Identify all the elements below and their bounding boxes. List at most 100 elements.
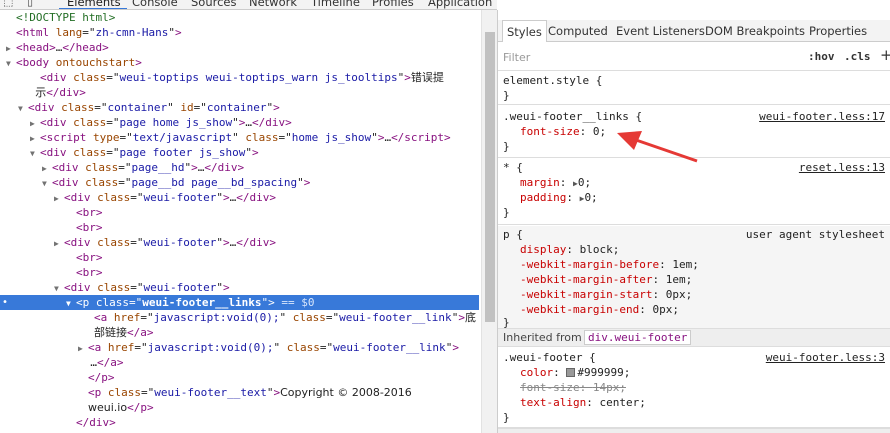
- expand-triangle-icon[interactable]: ▶: [6, 41, 16, 56]
- rule-source-link[interactable]: weui-footer.less:17: [759, 109, 885, 124]
- dom-node-markup: <html lang="zh-cmn-Hans">: [16, 26, 182, 39]
- tab-console[interactable]: Console: [132, 0, 178, 9]
- rule-element-style[interactable]: element.style { }: [498, 72, 890, 105]
- styles-pane: Styles Computed Event Listeners DOM Brea…: [497, 10, 890, 433]
- scrollbar-thumb[interactable]: [485, 32, 495, 322]
- dom-node-line[interactable]: ▶ <div class="page__hd">…</div>: [0, 160, 244, 175]
- dom-node-line[interactable]: ▶ <div class="weui-footer">…</div>: [0, 235, 276, 250]
- rule-weui-footer-links[interactable]: .weui-footer__links { weui-footer.less:1…: [498, 106, 890, 158]
- css-declaration[interactable]: margin: ▶0;: [520, 175, 591, 190]
- inherited-element-link[interactable]: div.weui-footer: [584, 330, 692, 345]
- dom-node-line[interactable]: </p>: [0, 370, 115, 385]
- expand-triangle-icon[interactable]: ▶: [54, 236, 64, 251]
- css-property-value[interactable]: 0;: [584, 191, 597, 204]
- dom-node-line[interactable]: <br>: [0, 250, 103, 265]
- tab-event-listeners[interactable]: Event Listeners: [616, 20, 705, 42]
- tab-profiles[interactable]: Profiles: [372, 0, 414, 9]
- dom-node-markup: <a href="javascript:void(0);" class="weu…: [94, 311, 476, 324]
- dom-node-line[interactable]: ▶ <div class="page home js_show">…</div>: [0, 115, 292, 130]
- dom-node-line[interactable]: <div class="weui-toptips weui-toptips_wa…: [0, 70, 444, 85]
- hover-state-toggle[interactable]: :hov: [808, 50, 835, 63]
- rule-source-link[interactable]: reset.less:13: [799, 160, 885, 175]
- css-property-value[interactable]: 0;: [593, 125, 606, 138]
- collapse-triangle-icon[interactable]: ▼: [18, 101, 28, 116]
- color-swatch-icon[interactable]: [566, 368, 576, 377]
- dom-node-line[interactable]: 部链接</a>: [0, 325, 154, 340]
- dom-node-line[interactable]: ▼ <div class="weui-footer">: [0, 280, 230, 295]
- dom-node-line[interactable]: <br>: [0, 220, 103, 235]
- tab-properties[interactable]: Properties: [809, 20, 867, 42]
- rule-selector[interactable]: element.style {: [503, 73, 602, 88]
- css-declaration-overridden[interactable]: font-size: 14px;: [520, 380, 626, 395]
- css-property-name[interactable]: padding: [520, 191, 566, 204]
- tab-network[interactable]: Network: [249, 0, 297, 9]
- tab-timeline[interactable]: Timeline: [311, 0, 360, 9]
- tab-application[interactable]: Application: [428, 0, 492, 9]
- css-property-name[interactable]: margin: [520, 176, 560, 189]
- class-toggle[interactable]: .cls: [844, 50, 871, 63]
- css-property-name[interactable]: text-align: [520, 396, 586, 409]
- dom-node-line[interactable]: ▼ <div class="container" id="container">: [0, 100, 280, 115]
- dom-node-line[interactable]: <br>: [0, 265, 103, 280]
- css-property-value[interactable]: center;: [599, 396, 645, 409]
- dom-node-markup: <!DOCTYPE html>: [16, 11, 116, 24]
- dom-node-line[interactable]: </div>: [0, 415, 116, 430]
- tab-sources[interactable]: Sources: [191, 0, 237, 9]
- collapse-triangle-icon[interactable]: ▼: [54, 281, 64, 296]
- css-property-name[interactable]: color: [520, 366, 553, 379]
- dom-node-line[interactable]: weui.io</p>: [0, 400, 154, 415]
- css-declaration[interactable]: padding: ▶0;: [520, 190, 598, 205]
- dom-node-line[interactable]: ▶ <script type="text/javascript" class="h…: [0, 130, 451, 145]
- css-property-value[interactable]: #999999;: [577, 366, 630, 379]
- collapse-triangle-icon[interactable]: ▼: [6, 56, 16, 71]
- collapse-triangle-icon[interactable]: ▼: [30, 146, 40, 161]
- rule-source-link[interactable]: weui-footer.less:3: [766, 350, 885, 365]
- device-toolbar-icon[interactable]: ▯: [27, 0, 33, 8]
- collapse-triangle-icon[interactable]: ▼: [66, 296, 76, 311]
- css-property-value: 0px;: [652, 303, 679, 316]
- rule-selector[interactable]: * {: [503, 160, 523, 175]
- dom-node-line[interactable]: <br>: [0, 205, 103, 220]
- css-property-name[interactable]: font-size: [520, 381, 580, 394]
- dom-node-markup: <head>…</head>: [16, 41, 109, 54]
- css-declaration[interactable]: text-align: center;: [520, 395, 646, 410]
- dom-node-line[interactable]: ▼ <div class="page__bd page__bd_spacing">: [0, 175, 310, 190]
- rule-close: }: [503, 89, 510, 102]
- expand-triangle-icon[interactable]: ▶: [78, 341, 88, 356]
- rule-weui-footer[interactable]: .weui-footer { weui-footer.less:3 color:…: [498, 348, 890, 428]
- expand-triangle-icon[interactable]: ▶: [30, 131, 40, 146]
- rule-selector[interactable]: .weui-footer {: [503, 350, 596, 365]
- inspect-element-icon[interactable]: ⬚: [3, 0, 13, 8]
- dom-node-line[interactable]: ▶ <a href="javascript:void(0);" class="we…: [0, 340, 459, 355]
- expand-triangle-icon[interactable]: ▶: [54, 191, 64, 206]
- dom-node-line[interactable]: <!DOCTYPE html>: [0, 10, 115, 25]
- rule-reset[interactable]: * { reset.less:13 margin: ▶0; padding: ▶…: [498, 159, 890, 225]
- dom-node-line[interactable]: ▼ <div class="page footer js_show">: [0, 145, 259, 160]
- dom-node-line[interactable]: <a href="javascript:void(0);" class="weu…: [0, 310, 476, 325]
- expand-triangle-icon[interactable]: ▶: [30, 116, 40, 131]
- styles-filter-input[interactable]: Filter: [503, 51, 530, 64]
- dom-node-line[interactable]: 示</div>: [0, 85, 86, 100]
- dom-node-line[interactable]: …</a>: [0, 355, 123, 370]
- expand-triangle-icon[interactable]: ▶: [42, 161, 52, 176]
- css-declaration[interactable]: font-size: 0;: [520, 124, 606, 139]
- rule-selector[interactable]: .weui-footer__links {: [503, 109, 642, 124]
- dom-node-markup: <div class="container" id="container">: [28, 101, 280, 114]
- dom-node-line[interactable]: ▼ <body ontouchstart>: [0, 55, 142, 70]
- dom-node-line[interactable]: <html lang="zh-cmn-Hans">: [0, 25, 182, 40]
- dom-tree-scrollbar[interactable]: [481, 10, 497, 433]
- css-property-value[interactable]: 14px;: [593, 381, 626, 394]
- new-style-rule-button[interactable]: +: [880, 46, 890, 64]
- dom-node-line[interactable]: ▶ <head>…</head>: [0, 40, 109, 55]
- tab-computed[interactable]: Computed: [548, 20, 608, 42]
- dom-node-line[interactable]: <p class="weui-footer__text">Copyright ©…: [0, 385, 412, 400]
- css-property-value[interactable]: 0;: [578, 176, 591, 189]
- css-declaration[interactable]: color: #999999;: [520, 365, 630, 380]
- css-property-name[interactable]: font-size: [520, 125, 580, 138]
- tab-styles[interactable]: Styles: [502, 20, 547, 42]
- collapse-triangle-icon[interactable]: ▼: [42, 176, 52, 191]
- dom-node-selected[interactable]: • ▼ <p class="weui-footer__links"> == $0: [0, 295, 479, 310]
- tab-dom-breakpoints[interactable]: DOM Breakpoints: [705, 20, 805, 42]
- dom-node-line[interactable]: ▶ <div class="weui-footer">…</div>: [0, 190, 276, 205]
- css-property-name: -webkit-margin-before: [520, 258, 660, 271]
